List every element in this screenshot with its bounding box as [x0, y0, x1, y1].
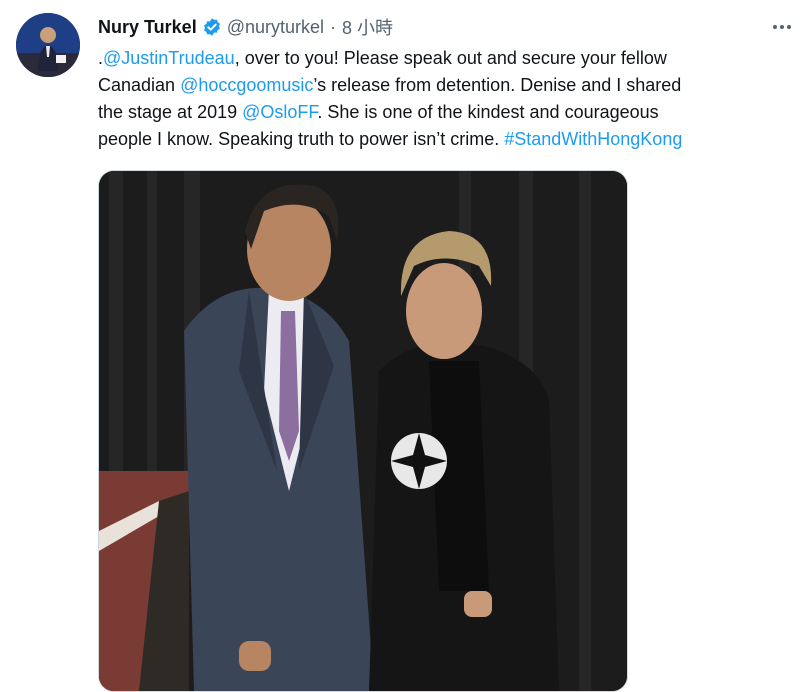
mention-justintrudeau[interactable]: @JustinTrudeau	[103, 48, 235, 68]
hashtag-standwithhongkong[interactable]: #StandWithHongKong	[504, 129, 682, 149]
text-segment: people I know. Speaking truth to power i…	[98, 129, 505, 149]
timestamp[interactable]: 8 小時	[342, 14, 393, 40]
author-name[interactable]: Nury Turkel	[98, 17, 197, 38]
author-handle[interactable]: @nuryturkel	[227, 17, 324, 38]
mention-hoccgoomusic[interactable]: @hoccgoomusic	[180, 75, 313, 95]
more-options-icon[interactable]	[770, 15, 794, 39]
tweet-photo[interactable]	[98, 170, 628, 692]
avatar-image	[16, 13, 80, 77]
tweet-text-line-3: the stage at 2019 @OsloFF. She is one of…	[98, 99, 788, 126]
text-segment: Canadian	[98, 75, 181, 95]
tweet-header: Nury Turkel @nuryturkel · 8 小時	[98, 15, 393, 39]
tweet-text-line-4: people I know. Speaking truth to power i…	[98, 126, 788, 153]
photo-image	[99, 171, 627, 691]
mention-oslo-ff[interactable]: @OsloFF	[242, 102, 317, 122]
text-segment: the stage at 2019	[98, 102, 243, 122]
verified-badge-icon	[202, 17, 222, 37]
text-segment: . She is one of the kindest and courageo…	[317, 102, 659, 122]
tweet-text-line-1: .@JustinTrudeau, over to you! Please spe…	[98, 45, 788, 72]
text-segment: , over to you! Please speak out and secu…	[234, 48, 667, 68]
tweet-text: .@JustinTrudeau, over to you! Please spe…	[98, 45, 788, 153]
text-segment: ’s release from detention. Denise and I …	[313, 75, 682, 95]
author-avatar[interactable]	[16, 13, 80, 77]
tweet-text-line-2: Canadian @hoccgoomusic’s release from de…	[98, 72, 788, 99]
separator-dot: ·	[330, 16, 337, 37]
